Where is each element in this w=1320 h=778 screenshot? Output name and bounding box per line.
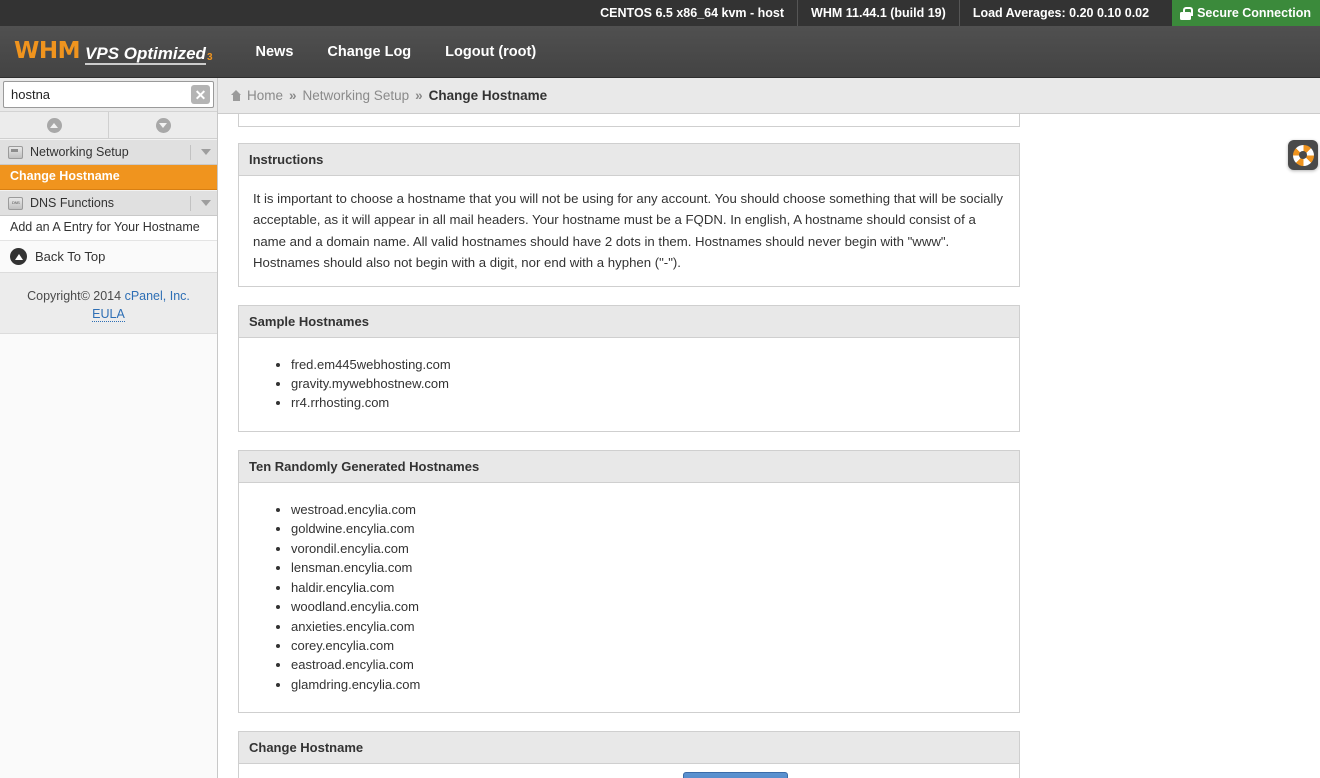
- home-icon: [230, 90, 242, 101]
- chevron-up-icon: [46, 117, 62, 133]
- panel-title: Ten Randomly Generated Hostnames: [239, 450, 1019, 483]
- sidebar-item-label: Add an A Entry for Your Hostname: [10, 220, 200, 235]
- sidebar-group-label: DNS Functions: [30, 196, 115, 210]
- sidebar-item-add-a-entry[interactable]: Add an A Entry for Your Hostname: [0, 216, 217, 241]
- breadcrumb-home[interactable]: Home: [247, 88, 283, 103]
- breadcrumb-separator: »: [415, 88, 423, 103]
- panel-instructions: Instructions It is important to choose a…: [238, 143, 1020, 287]
- sidebar-group-networking-setup[interactable]: Networking Setup: [0, 139, 217, 165]
- dns-icon: [8, 196, 23, 210]
- list-item: lensman.encylia.com: [291, 559, 1005, 577]
- sidebar-filler: [0, 334, 217, 778]
- sidebar-group-dns-functions[interactable]: DNS Functions: [0, 190, 217, 216]
- list-item: fred.em445webhosting.com: [291, 356, 1005, 374]
- logo-whm-text: WHM: [14, 38, 81, 64]
- content-area: Home » Networking Setup » Change Hostnam…: [218, 78, 1320, 778]
- breadcrumb-current: Change Hostname: [428, 88, 548, 103]
- scroll-down-button[interactable]: [109, 112, 217, 138]
- list-item: goldwine.encylia.com: [291, 520, 1005, 538]
- list-item: corey.encylia.com: [291, 637, 1005, 655]
- change-hostname-form: New Hostname: Change: [239, 764, 1019, 778]
- secure-connection-badge[interactable]: Secure Connection: [1172, 0, 1320, 26]
- random-hostname-list: westroad.encylia.com goldwine.encylia.co…: [253, 501, 1005, 695]
- lifebuoy-icon[interactable]: [1288, 140, 1318, 170]
- server-icon: [8, 145, 23, 159]
- sidebar-group-label: Networking Setup: [30, 145, 129, 159]
- sample-hostname-list: fred.em445webhosting.com gravity.mywebho…: [253, 356, 1005, 413]
- search-box[interactable]: ✕: [3, 81, 214, 108]
- whm-logo[interactable]: WHM VPS Optimized 3: [14, 38, 213, 65]
- status-whm-version: WHM 11.44.1 (build 19): [797, 0, 959, 26]
- list-item: eastroad.encylia.com: [291, 656, 1005, 674]
- arrow-up-icon: [10, 248, 27, 265]
- logo-vps-text: VPS Optimized: [85, 44, 206, 65]
- search-input[interactable]: [11, 87, 191, 102]
- copyright-block: Copyright© 2014 cPanel, Inc. EULA: [0, 273, 217, 335]
- list-item: haldir.encylia.com: [291, 579, 1005, 597]
- breadcrumb-networking-setup[interactable]: Networking Setup: [303, 88, 410, 103]
- list-item: westroad.encylia.com: [291, 501, 1005, 519]
- sidebar-search-row: ✕: [0, 78, 217, 112]
- copyright-text: Copyright© 2014: [27, 289, 125, 303]
- partially-scrolled-panel: [238, 114, 1020, 127]
- logo-version-text: 3: [206, 52, 213, 63]
- back-to-top-label: Back To Top: [35, 249, 106, 264]
- secure-connection-label: Secure Connection: [1197, 6, 1311, 20]
- scroll-up-button[interactable]: [0, 112, 109, 138]
- instructions-text: It is important to choose a hostname tha…: [253, 191, 1003, 271]
- panel-title: Sample Hostnames: [239, 305, 1019, 338]
- nav-link-logout[interactable]: Logout (root): [428, 26, 553, 78]
- nav-link-change-log[interactable]: Change Log: [310, 26, 428, 78]
- panel-change-hostname: Change Hostname New Hostname: Change: [238, 731, 1020, 778]
- list-item: gravity.mywebhostnew.com: [291, 375, 1005, 393]
- list-item: anxieties.encylia.com: [291, 618, 1005, 636]
- panel-body: westroad.encylia.com goldwine.encylia.co…: [239, 483, 1019, 713]
- breadcrumb-separator: »: [289, 88, 297, 103]
- divider: [190, 144, 191, 160]
- main-navbar: WHM VPS Optimized 3 News Change Log Logo…: [0, 26, 1320, 78]
- list-item: woodland.encylia.com: [291, 598, 1005, 616]
- panel-body: It is important to choose a hostname tha…: [239, 176, 1019, 286]
- list-item: vorondil.encylia.com: [291, 540, 1005, 558]
- chevron-down-icon: [155, 117, 171, 133]
- status-load-averages: Load Averages: 0.20 0.10 0.02: [958, 0, 1162, 26]
- divider: [190, 195, 191, 211]
- nav-link-news[interactable]: News: [239, 26, 311, 78]
- status-os: CENTOS 6.5 x86_64 kvm - host: [600, 6, 785, 20]
- panel-title: Instructions: [239, 144, 1019, 176]
- sidebar: ✕ Networking Setup Change Hostname DNS F…: [0, 78, 218, 778]
- sidebar-nav-buttons: [0, 112, 217, 139]
- chevron-down-icon: [201, 200, 211, 206]
- lock-icon: [1180, 6, 1193, 20]
- list-item: rr4.rrhosting.com: [291, 394, 1005, 412]
- panel-body: fred.em445webhosting.com gravity.mywebho…: [239, 338, 1019, 431]
- top-status-bar: CENTOS 6.5 x86_64 kvm - host WHM 11.44.1…: [0, 0, 1320, 26]
- back-to-top-button[interactable]: Back To Top: [0, 241, 217, 273]
- cpanel-link[interactable]: cPanel, Inc.: [125, 289, 190, 303]
- panel-random-hostnames: Ten Randomly Generated Hostnames westroa…: [238, 449, 1020, 714]
- lifebuoy-ring: [1292, 144, 1314, 166]
- scroll-area: Instructions It is important to choose a…: [218, 114, 1320, 778]
- change-button[interactable]: Change: [682, 772, 788, 778]
- breadcrumb: Home » Networking Setup » Change Hostnam…: [218, 78, 1320, 114]
- list-item: glamdring.encylia.com: [291, 676, 1005, 694]
- clear-search-icon[interactable]: ✕: [191, 85, 210, 104]
- panel-title: Change Hostname: [239, 732, 1019, 765]
- sidebar-item-change-hostname[interactable]: Change Hostname: [0, 165, 217, 190]
- sidebar-item-label: Change Hostname: [10, 169, 120, 184]
- panel-sample-hostnames: Sample Hostnames fred.em445webhosting.co…: [238, 304, 1020, 432]
- eula-link[interactable]: EULA: [92, 307, 125, 323]
- chevron-down-icon: [201, 149, 211, 155]
